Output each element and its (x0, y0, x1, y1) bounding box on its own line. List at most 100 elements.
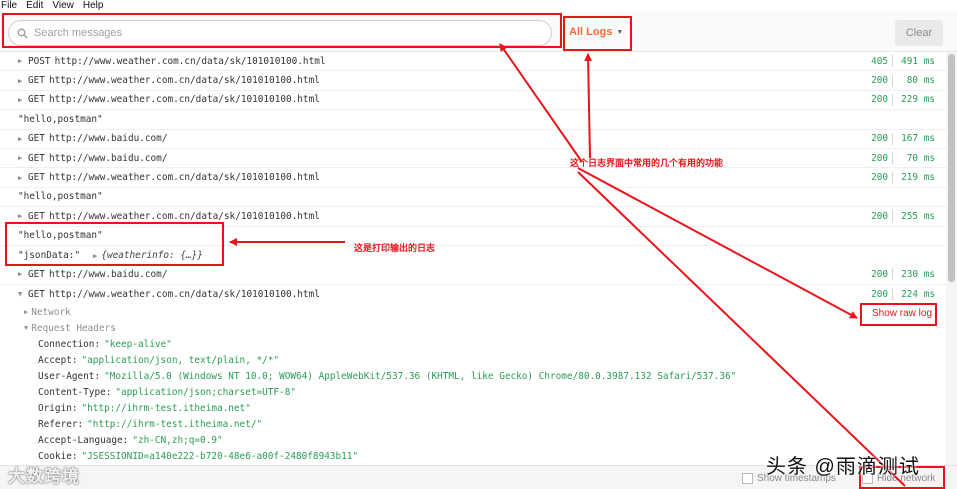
status-code: 200 (871, 133, 888, 145)
status-code: 200 (871, 288, 888, 300)
request-url: http://www.baidu.com/ (48, 268, 168, 280)
request-method: GET (28, 133, 45, 145)
clear-button[interactable]: Clear (895, 20, 943, 46)
request-url: http://www.weather.com.cn/data/sk/101010… (48, 75, 320, 87)
annotation-box-search (2, 13, 562, 48)
header-value: "zh-CN,zh;q=0.9" (132, 434, 223, 446)
status-code: 405 (871, 55, 888, 67)
log-row-request[interactable]: ▶ GET http://www.baidu.com/ 200 70 ms (0, 149, 946, 169)
log-row-request[interactable]: ▶ GET http://www.weather.com.cn/data/sk/… (0, 91, 946, 111)
request-url: http://www.baidu.com/ (48, 152, 168, 164)
header-name: Cookie: (38, 450, 78, 462)
vertical-scrollbar[interactable] (946, 52, 957, 465)
response-time: 224 ms (901, 288, 935, 300)
log-message: "hello,postman" (18, 191, 103, 203)
header-name: Accept: (38, 354, 78, 366)
expand-arrow-icon[interactable]: ▶ (18, 57, 26, 65)
header-value: "http://ihrm-test.itheima.net" (81, 402, 251, 414)
header-name: Referer: (38, 418, 84, 430)
status-code: 200 (871, 210, 888, 222)
divider (892, 132, 893, 145)
expand-arrow-icon[interactable]: ▶ (18, 77, 26, 85)
annotation-note-log-output: 这是打印输出的日志 (354, 243, 436, 253)
response-time: 229 ms (901, 94, 935, 106)
expand-arrow-icon[interactable]: ▶ (18, 212, 26, 220)
header-name: Content-Type: (38, 386, 112, 398)
header-row: Connection: "keep-alive" (0, 336, 946, 352)
header-name: User-Agent: (38, 370, 101, 382)
network-section-label: Network (31, 306, 71, 318)
status-code: 200 (871, 94, 888, 106)
request-url: http://www.baidu.com/ (48, 133, 168, 145)
watermark-left: 大数跨境 (8, 467, 80, 486)
divider (892, 210, 893, 223)
log-row-request-expanded[interactable]: ▼ GET http://www.weather.com.cn/data/sk/… (0, 285, 946, 304)
postman-console-window: File Edit View Help All Logs ▼ Clear ▶ P… (0, 0, 957, 489)
response-time: 255 ms (901, 210, 935, 222)
show-raw-log-link[interactable]: Show raw log (872, 308, 933, 319)
log-row-request[interactable]: ▶ POST http://www.weather.com.cn/data/sk… (0, 52, 946, 72)
header-value: "keep-alive" (104, 338, 172, 350)
log-row-string: "hello,postman" (0, 110, 946, 130)
request-headers-label: Request Headers (31, 322, 116, 334)
response-time: 80 ms (906, 75, 935, 87)
divider (892, 93, 893, 106)
response-time: 230 ms (901, 268, 935, 280)
header-value: "Mozilla/5.0 (Windows NT 10.0; WOW64) Ap… (104, 370, 737, 382)
expand-arrow-icon[interactable]: ▶ (18, 154, 26, 162)
request-method: GET (28, 288, 45, 300)
expand-arrow-icon[interactable]: ▶ (18, 96, 26, 104)
expand-arrow-icon[interactable]: ▶ (18, 270, 26, 278)
response-time: 491 ms (901, 55, 935, 67)
log-row-request[interactable]: ▶ GET http://www.weather.com.cn/data/sk/… (0, 71, 946, 91)
annotation-note-features: 这个日志界面中常用的几个有用的功能 (570, 158, 724, 168)
header-row: Referer: "http://ihrm-test.itheima.net/" (0, 416, 946, 432)
request-method: GET (28, 152, 45, 164)
request-url: http://www.weather.com.cn/data/sk/101010… (48, 94, 320, 106)
request-headers-toggle[interactable]: ▼ Request Headers (0, 320, 946, 336)
divider (892, 152, 893, 165)
request-method: GET (28, 172, 45, 184)
status-code: 200 (871, 172, 888, 184)
header-value: "JSESSIONID=a140e222-b720-48e6-a00f-2480… (81, 450, 359, 462)
log-row-string: "hello,postman" (0, 188, 946, 208)
divider (892, 268, 893, 281)
menu-view[interactable]: View (52, 0, 74, 12)
header-name: Connection: (38, 338, 101, 350)
log-row-request[interactable]: ▶ GET http://www.baidu.com/ 200 230 ms (0, 265, 946, 285)
divider (892, 55, 893, 68)
request-url: http://www.weather.com.cn/data/sk/101010… (48, 288, 320, 300)
response-time: 167 ms (901, 133, 935, 145)
annotation-box-filter (563, 16, 632, 51)
menu-file[interactable]: File (1, 0, 17, 12)
status-code: 200 (871, 268, 888, 280)
divider (892, 288, 893, 301)
header-row: Origin: "http://ihrm-test.itheima.net" (0, 400, 946, 416)
request-url: http://www.weather.com.cn/data/sk/101010… (54, 55, 326, 67)
scrollbar-thumb[interactable] (948, 54, 955, 282)
divider (892, 74, 893, 87)
log-message: "hello,postman" (18, 113, 103, 125)
response-time: 70 ms (906, 152, 935, 164)
menu-edit[interactable]: Edit (26, 0, 43, 12)
status-code: 200 (871, 75, 888, 87)
checkbox-icon[interactable] (742, 473, 753, 484)
response-time: 219 ms (901, 172, 935, 184)
status-code: 200 (871, 152, 888, 164)
request-method: GET (28, 75, 45, 87)
expand-arrow-icon[interactable]: ▶ (18, 135, 26, 143)
watermark-right: 头条 @雨滴测试 (766, 456, 920, 478)
request-url: http://www.weather.com.cn/data/sk/101010… (48, 210, 320, 222)
menu-help[interactable]: Help (83, 0, 104, 12)
network-section-toggle[interactable]: ▶ Network (0, 304, 946, 320)
collapse-arrow-icon[interactable]: ▼ (18, 290, 26, 298)
log-row-request[interactable]: ▶ GET http://www.weather.com.cn/data/sk/… (0, 168, 946, 188)
menu-bar: File Edit View Help (0, 0, 957, 12)
log-row-request[interactable]: ▶ GET http://www.baidu.com/ 200 167 ms (0, 130, 946, 149)
request-method: POST (28, 55, 51, 67)
annotation-box-log-output (5, 222, 224, 266)
header-name: Accept-Language: (38, 434, 129, 446)
header-name: Origin: (38, 402, 78, 414)
request-method: GET (28, 210, 45, 222)
expand-arrow-icon[interactable]: ▶ (18, 174, 26, 182)
